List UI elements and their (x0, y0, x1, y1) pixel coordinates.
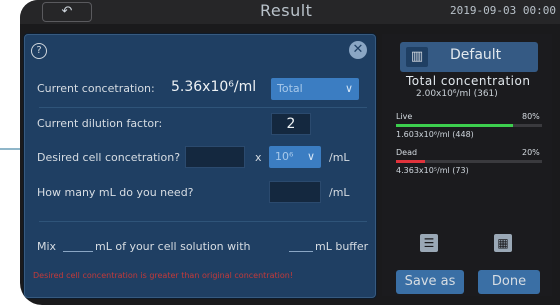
total-concentration-title: Total concentration (406, 74, 531, 88)
current-concentration-label: Current concetration: (37, 82, 155, 95)
mix-end-text: mL buffer (315, 240, 369, 253)
grid-icon[interactable]: ▦ (494, 234, 512, 252)
dilution-dialog: ? ✕ Current concetration: 5.36x10⁶/ml To… (24, 34, 376, 298)
adjust-icon[interactable]: ☰ (420, 234, 438, 252)
done-button[interactable]: Done (478, 270, 540, 294)
divider (39, 221, 367, 222)
chevron-down-icon: ∨ (344, 82, 353, 95)
concentration-type-value: Total (277, 82, 303, 95)
live-detail: 1.603x10⁶/ml (448) (396, 130, 474, 139)
dead-bar (396, 160, 542, 163)
default-button[interactable]: ▥ Default (400, 42, 538, 72)
exponent-select[interactable]: 10⁶ ∨ (269, 146, 321, 168)
screen-title: Result (260, 1, 313, 20)
warning-message: Desired cell concentration is greater th… (33, 271, 294, 280)
current-concentration-value: 5.36x10⁶/ml (171, 79, 257, 95)
default-button-label: Default (450, 47, 502, 63)
back-button[interactable]: ↶ (42, 2, 92, 22)
top-bar: ↶ Result 2019-09-03 00:00 (20, 0, 560, 24)
sliders-icon: ▥ (406, 47, 428, 67)
live-bar (396, 124, 542, 127)
close-icon[interactable]: ✕ (349, 41, 367, 59)
volume-unit: /mL (329, 186, 350, 199)
mix-blank-2 (289, 251, 313, 252)
dead-percent: 20% (522, 148, 540, 157)
device-screen: ↶ Result 2019-09-03 00:00 ? ✕ Current co… (20, 0, 560, 305)
multiplier-symbol: x (255, 151, 262, 164)
live-percent: 80% (522, 112, 540, 121)
mix-blank-1 (63, 251, 93, 252)
desired-concentration-field[interactable] (185, 146, 245, 168)
dead-bar-fill (396, 160, 426, 163)
desired-unit: /mL (329, 151, 350, 164)
live-label: Live (396, 112, 413, 121)
save-as-button[interactable]: Save as (396, 270, 464, 294)
concentration-type-select[interactable]: Total ∨ (271, 78, 359, 100)
total-concentration-value: 2.00x10⁶/ml (361) (416, 89, 498, 99)
exponent-value: 10⁶ (275, 150, 294, 163)
desired-concentration-label: Desired cell concetration? (37, 151, 181, 164)
dilution-factor-label: Current dilution factor: (37, 117, 163, 130)
volume-needed-label: How many mL do you need? (37, 186, 194, 199)
help-icon[interactable]: ? (31, 43, 47, 59)
datetime-readout: 2019-09-03 00:00 (450, 4, 556, 17)
mix-middle-text: mL of your cell solution with (95, 240, 251, 253)
mix-word: Mix (37, 240, 57, 253)
dead-label: Dead (396, 148, 418, 157)
live-bar-fill (396, 124, 513, 127)
chevron-down-icon: ∨ (306, 150, 315, 163)
divider (39, 107, 367, 108)
dead-detail: 4.363x10⁵/ml (73) (396, 166, 469, 175)
dilution-factor-field[interactable]: 2 (271, 113, 311, 135)
callout-line (0, 148, 22, 150)
volume-needed-field[interactable] (269, 181, 321, 203)
results-panel: ▥ Default Total concentration 2.00x10⁶/m… (382, 34, 552, 296)
